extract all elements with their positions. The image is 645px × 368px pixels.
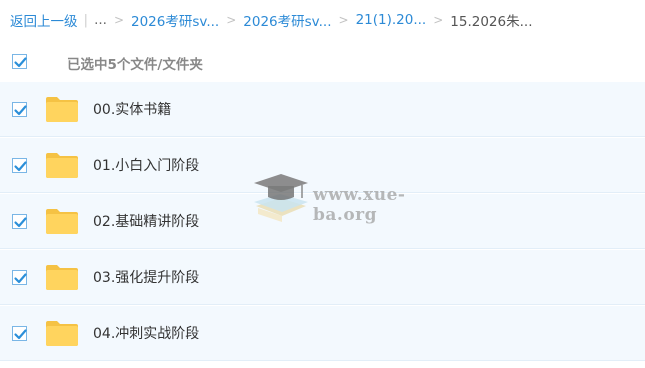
file-name[interactable]: 00.实体书籍 xyxy=(93,99,171,119)
select-all-bar: 已选中5个文件/文件夹 xyxy=(0,44,645,80)
breadcrumb-divider: | xyxy=(83,12,89,28)
checkmark-icon xyxy=(14,57,27,68)
back-link[interactable]: 返回上一级 xyxy=(10,10,78,30)
chevron-right-icon: > xyxy=(226,13,237,27)
breadcrumb: 返回上一级 | ... > 2026考研sv... > 2026考研sv... … xyxy=(10,8,645,32)
breadcrumb-item[interactable]: 2026考研sv... xyxy=(131,10,219,30)
file-name[interactable]: 03.强化提升阶段 xyxy=(93,267,199,287)
row-checkbox[interactable] xyxy=(12,102,27,117)
file-name[interactable]: 01.小白入门阶段 xyxy=(93,155,199,175)
chevron-right-icon: > xyxy=(113,13,124,27)
checkmark-icon xyxy=(14,161,27,172)
folder-icon xyxy=(46,209,78,234)
list-item[interactable]: 00.实体书籍 xyxy=(0,82,645,137)
list-item[interactable]: 02.基础精讲阶段 xyxy=(0,194,645,249)
selection-count-label: 已选中5个文件/文件夹 xyxy=(67,57,203,73)
folder-icon xyxy=(46,265,78,290)
row-checkbox[interactable] xyxy=(12,214,27,229)
chevron-right-icon: > xyxy=(338,13,349,27)
chevron-right-icon: > xyxy=(433,13,444,27)
select-all-checkbox[interactable] xyxy=(12,54,27,69)
breadcrumb-item[interactable]: 21(1).20... xyxy=(356,12,427,28)
folder-icon xyxy=(46,97,78,122)
file-name[interactable]: 02.基础精讲阶段 xyxy=(93,211,199,231)
breadcrumb-item[interactable]: 2026考研sv... xyxy=(243,10,331,30)
row-checkbox[interactable] xyxy=(12,270,27,285)
folder-icon xyxy=(46,153,78,178)
folder-icon xyxy=(46,321,78,346)
checkmark-icon xyxy=(14,217,27,228)
list-item[interactable]: 01.小白入门阶段 xyxy=(0,138,645,193)
checkmark-icon xyxy=(14,105,27,116)
row-checkbox[interactable] xyxy=(12,326,27,341)
checkmark-icon xyxy=(14,273,27,284)
breadcrumb-ellipsis[interactable]: ... xyxy=(94,12,107,28)
list-item[interactable]: 03.强化提升阶段 xyxy=(0,250,645,305)
file-name[interactable]: 04.冲刺实战阶段 xyxy=(93,323,199,343)
breadcrumb-current: 15.2026朱... xyxy=(450,14,533,30)
checkmark-icon xyxy=(14,329,27,340)
list-item[interactable]: 04.冲刺实战阶段 xyxy=(0,306,645,361)
row-checkbox[interactable] xyxy=(12,158,27,173)
